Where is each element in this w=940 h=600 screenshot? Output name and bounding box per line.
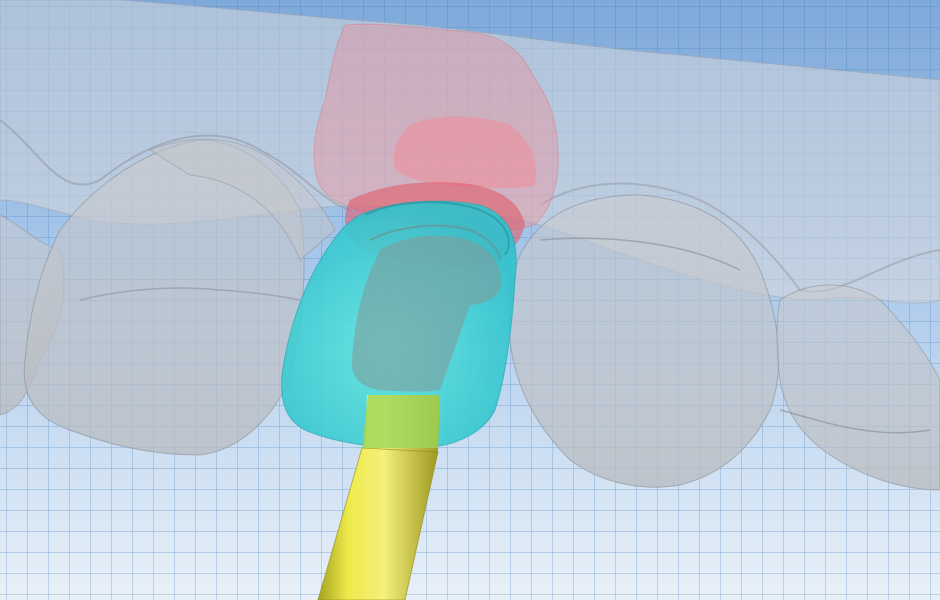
3d-viewport[interactable] — [0, 0, 940, 600]
dental-cad-scene[interactable] — [0, 0, 940, 600]
implant-post-inside-abutment — [362, 395, 440, 448]
